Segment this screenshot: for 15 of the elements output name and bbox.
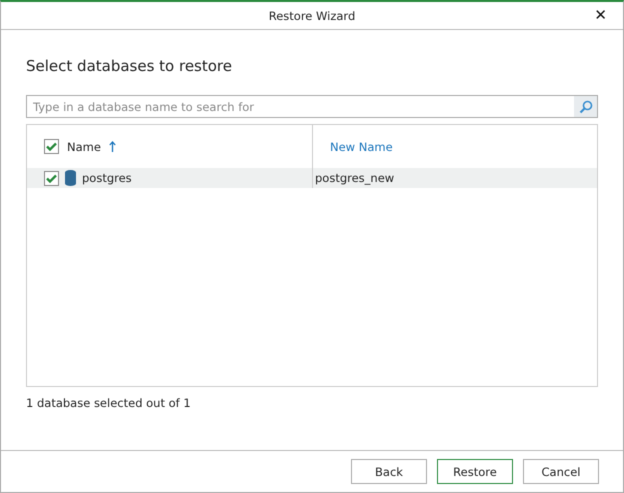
table-cell: postgres_new [315,171,394,185]
dialog-button[interactable]: Restore [437,459,513,484]
table-row[interactable]: postgres postgres_new [27,168,597,188]
dialog-button[interactable]: Cancel [523,459,599,484]
column-header[interactable]: Name [67,140,101,154]
checkbox[interactable] [44,170,59,186]
status-text: 1 database selected out of 1 [26,396,192,410]
database-icon [65,170,76,186]
close-button[interactable]: ✕ [592,6,609,24]
dialog-button[interactable]: Back [351,459,427,484]
page-heading: Select databases to restore [26,57,234,75]
checkbox[interactable] [44,139,59,154]
column-header[interactable]: New Name [330,140,393,154]
table-cell: postgres [82,171,132,185]
window-title: Restore Wizard [268,8,356,22]
